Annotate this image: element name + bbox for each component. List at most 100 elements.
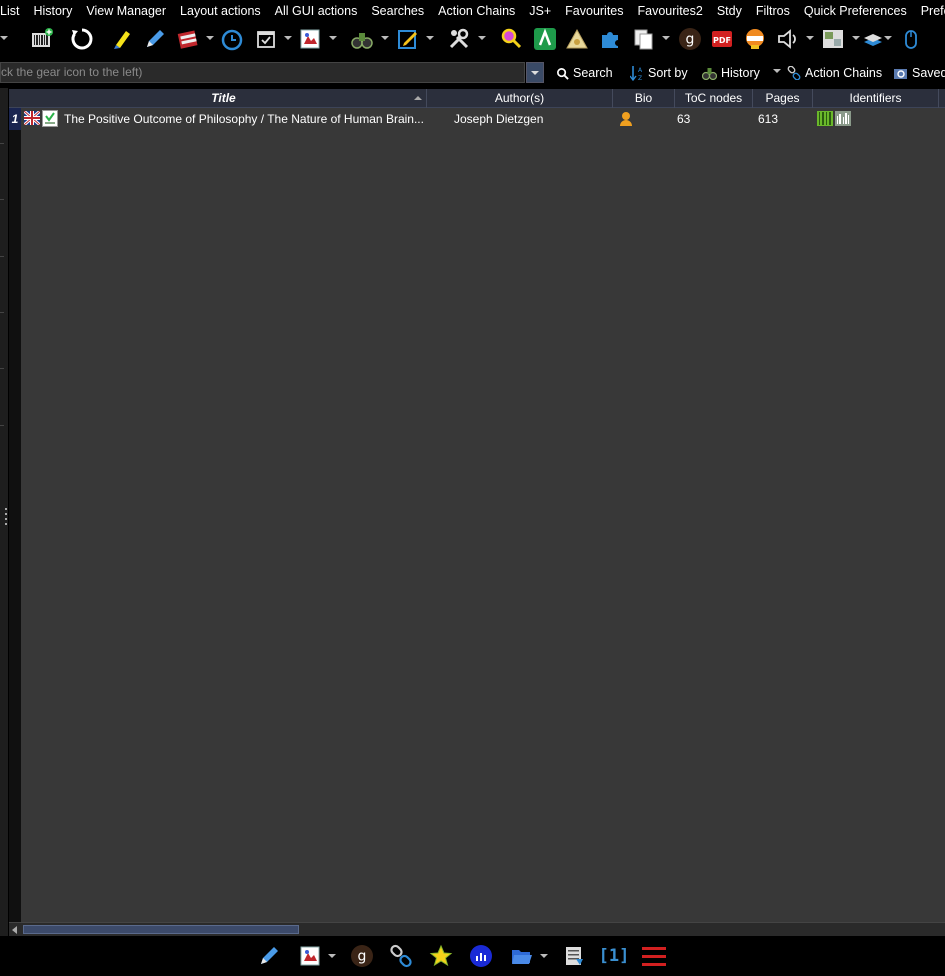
history-button[interactable]: History <box>702 63 760 83</box>
menu-preferences[interactable]: Preferences <box>914 0 945 22</box>
binoculars-icon[interactable] <box>349 26 375 52</box>
action-chains-label: Action Chains <box>805 66 883 80</box>
isbn-identifier-icon[interactable] <box>835 111 851 129</box>
speaker-icon[interactable] <box>775 26 801 52</box>
selection-counter[interactable]: [1] <box>598 943 630 969</box>
menu-searches[interactable]: Searches <box>364 0 431 22</box>
hamburger-menu-icon[interactable] <box>641 943 667 969</box>
column-header-title[interactable]: Title <box>21 89 427 108</box>
tools-icon[interactable] <box>446 26 472 52</box>
search-bar: ck the gear icon to the left) Search AZ … <box>0 60 945 86</box>
barcode-identifier-icon[interactable] <box>817 111 833 129</box>
image-thumbnail-icon[interactable] <box>820 26 846 52</box>
search-icon <box>556 67 569 80</box>
cell-title[interactable]: The Positive Outcome of Philosophy / The… <box>64 108 430 130</box>
saved-search-icon <box>894 67 908 80</box>
splitter-grip-icon[interactable] <box>5 508 7 510</box>
layers-icon[interactable] <box>860 26 886 52</box>
image-gallery-icon[interactable] <box>297 26 323 52</box>
chevron-down-icon[interactable] <box>328 954 336 958</box>
sort-by-button[interactable]: AZ Sort by <box>630 63 688 83</box>
column-header-pages[interactable]: Pages <box>753 89 813 108</box>
menu-js-plus[interactable]: JS+ <box>522 0 558 22</box>
chevron-down-icon[interactable] <box>773 69 781 73</box>
left-panel-splitter[interactable] <box>0 88 8 936</box>
goodreads-icon[interactable]: g <box>677 26 703 52</box>
menu-quick-preferences[interactable]: Quick Preferences <box>797 0 914 22</box>
copy-pages-icon[interactable] <box>630 26 656 52</box>
row-number-gutter <box>9 108 21 922</box>
chevron-down-icon[interactable] <box>662 36 670 40</box>
highlighter-icon[interactable] <box>109 26 135 52</box>
horizontal-scrollbar[interactable] <box>9 922 945 936</box>
pencil-icon[interactable] <box>142 26 168 52</box>
action-chains-button[interactable]: Action Chains <box>787 63 882 83</box>
chevron-down-icon[interactable] <box>381 36 389 40</box>
menu-all-gui-actions[interactable]: All GUI actions <box>268 0 365 22</box>
menu-favourites2[interactable]: Favourites2 <box>631 0 710 22</box>
calendar-check-icon[interactable] <box>253 26 279 52</box>
star-icon[interactable] <box>428 943 454 969</box>
image-gallery-icon[interactable] <box>297 943 323 969</box>
chevron-down-icon[interactable] <box>206 36 214 40</box>
scroll-left-icon[interactable] <box>12 926 17 934</box>
chain-link-icon <box>787 66 801 80</box>
chevron-down-icon[interactable] <box>284 36 292 40</box>
scrollbar-thumb[interactable] <box>23 925 299 934</box>
badge-icon[interactable] <box>742 26 768 52</box>
chevron-down-icon[interactable] <box>426 36 434 40</box>
warning-triangle-icon[interactable] <box>564 26 590 52</box>
magnifier-icon[interactable] <box>498 26 524 52</box>
edit-note-icon[interactable] <box>395 26 421 52</box>
uk-flag-icon <box>23 109 41 128</box>
chevron-down-icon[interactable] <box>884 36 892 40</box>
refresh-icon[interactable] <box>69 26 95 52</box>
menu-stdy[interactable]: Stdy <box>710 0 749 22</box>
chevron-down-icon[interactable] <box>806 36 814 40</box>
chart-circle-icon[interactable] <box>468 943 494 969</box>
chevron-down-icon[interactable] <box>852 36 860 40</box>
menu-history[interactable]: History <box>26 0 79 22</box>
chain-link-icon[interactable] <box>388 943 414 969</box>
cell-author[interactable]: Joseph Dietzgen <box>454 108 624 130</box>
column-header-bio[interactable]: Bio <box>613 89 675 108</box>
person-bio-icon[interactable] <box>619 111 633 129</box>
grid-header: Title Author(s) Bio ToC nodes Pages Iden… <box>9 89 945 108</box>
pencil-icon[interactable] <box>256 943 282 969</box>
menu-view-manager[interactable]: View Manager <box>79 0 173 22</box>
pdf-icon[interactable]: PDF <box>709 26 735 52</box>
open-folder-icon[interactable] <box>509 943 535 969</box>
puzzle-icon[interactable] <box>597 26 623 52</box>
goodreads-icon[interactable]: g <box>349 943 375 969</box>
green-app-icon[interactable] <box>532 26 558 52</box>
menu-filtros[interactable]: Filtros <box>749 0 797 22</box>
chevron-down-icon[interactable] <box>540 954 548 958</box>
menu-favourites[interactable]: Favourites <box>558 0 630 22</box>
menu-action-chains[interactable]: Action Chains <box>431 0 522 22</box>
row-number[interactable]: 1 <box>9 108 21 130</box>
chevron-down-icon[interactable] <box>0 36 8 40</box>
table-row[interactable]: The Positive Outcome of Philosophy / The… <box>21 108 945 130</box>
saved-button[interactable]: Saved <box>894 63 945 83</box>
cell-pages[interactable]: 613 <box>758 108 808 130</box>
column-header-toc-nodes[interactable]: ToC nodes <box>675 89 753 108</box>
add-barcode-icon[interactable] <box>29 26 55 52</box>
books-icon[interactable] <box>175 26 201 52</box>
splitter-tick <box>0 199 4 200</box>
chevron-down-icon[interactable] <box>478 36 486 40</box>
column-header-authors[interactable]: Author(s) <box>427 89 613 108</box>
menu-layout-actions[interactable]: Layout actions <box>173 0 268 22</box>
chevron-down-icon[interactable] <box>329 36 337 40</box>
menu-list[interactable]: List <box>0 0 26 22</box>
cell-toc-nodes[interactable]: 63 <box>677 108 737 130</box>
column-header-identifiers[interactable]: Identifiers <box>813 89 939 108</box>
mouse-icon[interactable] <box>898 26 924 52</box>
grid-body[interactable]: The Positive Outcome of Philosophy / The… <box>21 108 945 922</box>
search-input[interactable]: ck the gear icon to the left) <box>0 62 525 83</box>
document-list-icon[interactable] <box>561 943 587 969</box>
clock-icon[interactable] <box>219 26 245 52</box>
history-label: History <box>721 66 760 80</box>
sort-by-label: Sort by <box>648 66 688 80</box>
search-button[interactable]: Search <box>556 63 613 83</box>
search-dropdown-button[interactable] <box>526 62 544 83</box>
